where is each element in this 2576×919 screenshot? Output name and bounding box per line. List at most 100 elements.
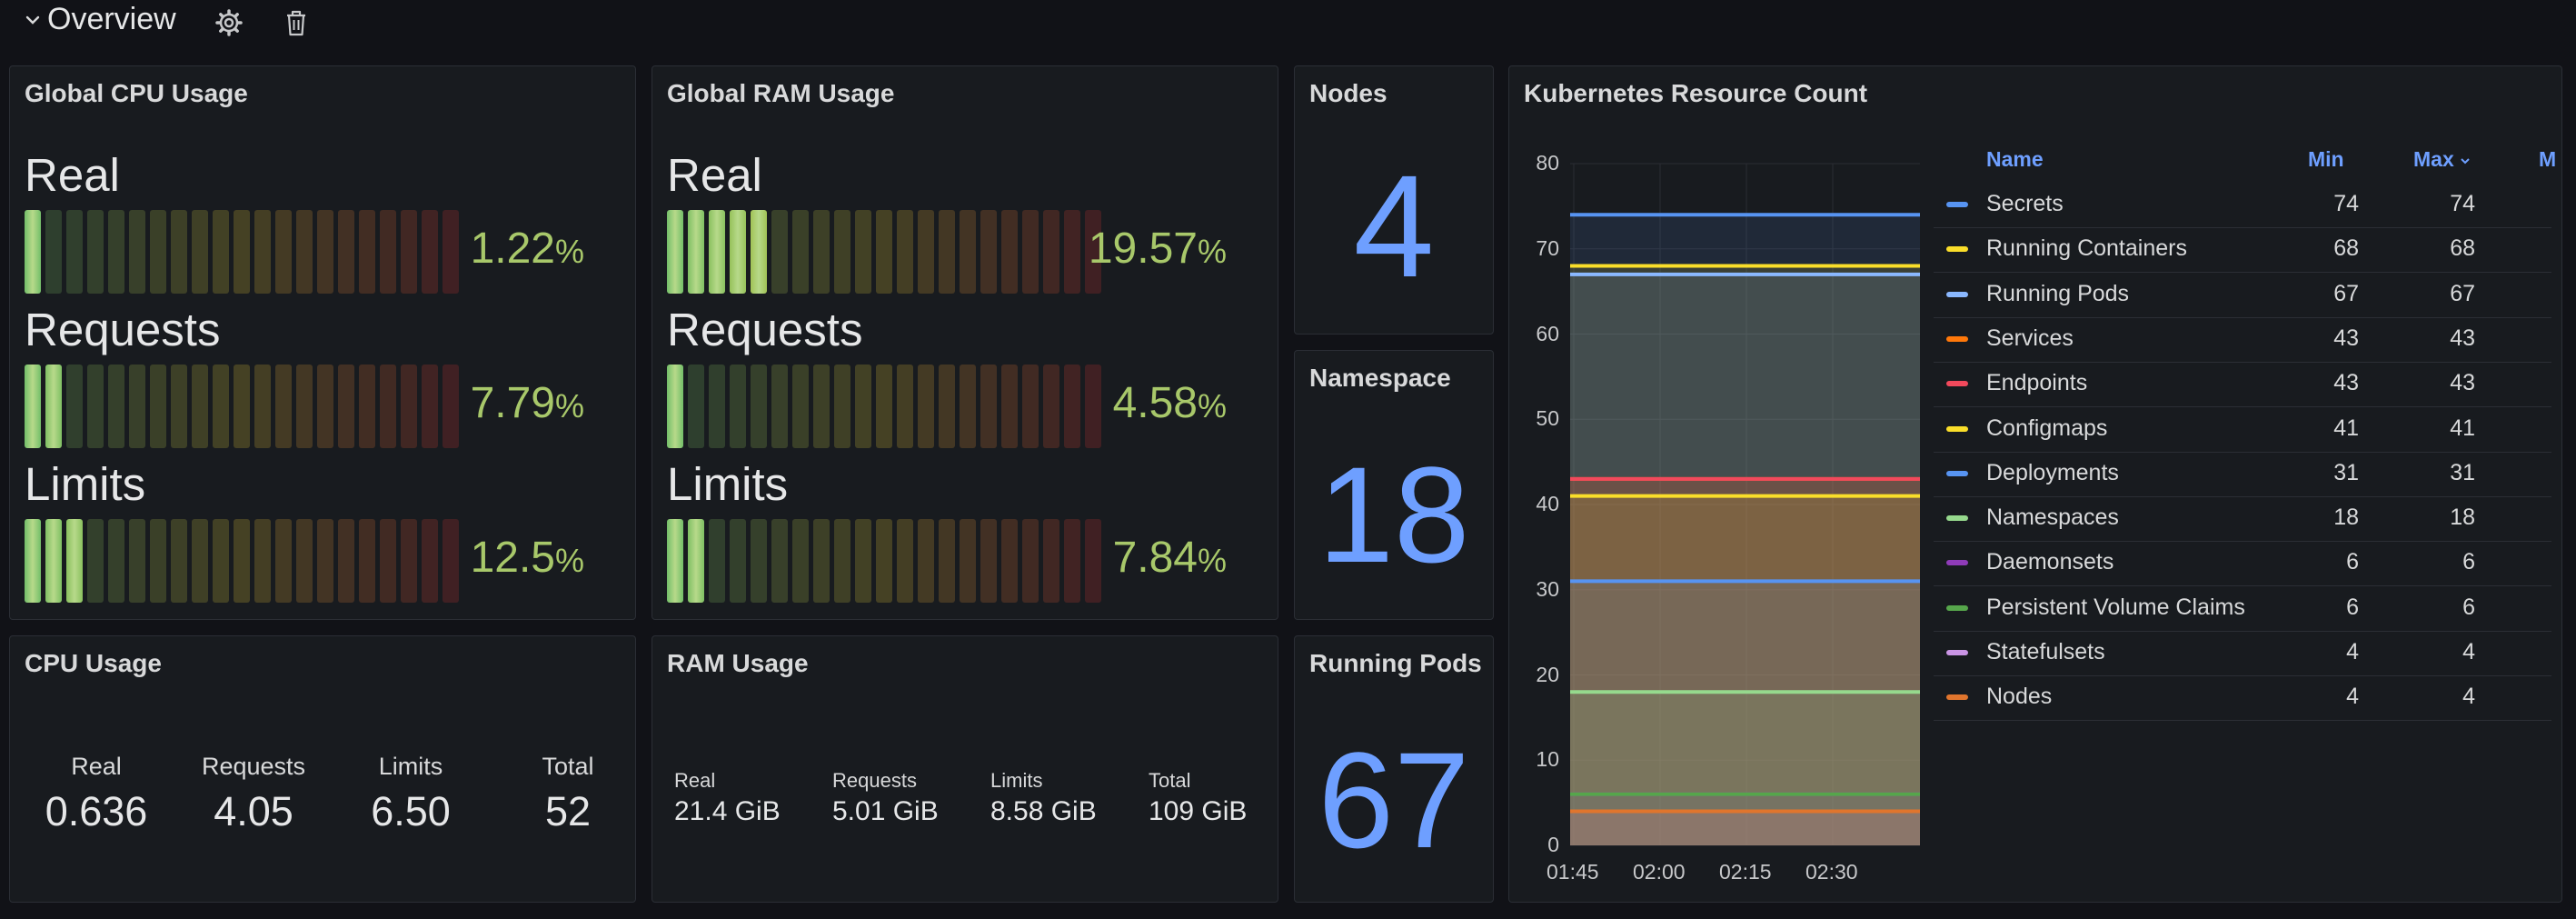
legend-row[interactable]: Services 43 43: [1934, 318, 2551, 363]
row-title[interactable]: Overview: [47, 2, 176, 37]
legend-row[interactable]: Nodes 4 4: [1934, 676, 2551, 722]
legend-series-name[interactable]: Deployments: [1986, 460, 2119, 486]
gear-icon[interactable]: [214, 8, 244, 37]
legend-row[interactable]: Secrets 74 74: [1934, 184, 2551, 228]
legend-series-name[interactable]: Daemonsets: [1986, 549, 2114, 575]
trash-icon[interactable]: [283, 8, 309, 37]
panel-title[interactable]: RAM Usage: [667, 649, 809, 678]
legend-row[interactable]: Persistent Volume Claims 6 6: [1934, 587, 2551, 632]
gauge-cell: [254, 519, 271, 603]
gauge-cell: [730, 365, 746, 448]
legend-row[interactable]: Deployments 31 31: [1934, 453, 2551, 497]
gauge-cell: [296, 210, 313, 294]
gauge-cell: [751, 365, 767, 448]
legend-max-value: 68: [2450, 235, 2475, 262]
panel-title[interactable]: Namespace: [1309, 364, 1451, 393]
gauge-cell: [422, 210, 438, 294]
legend-series-name[interactable]: Persistent Volume Claims: [1986, 594, 2245, 621]
gauge-cell: [213, 365, 229, 448]
gauge-cell: [401, 210, 417, 294]
resource-count-chart: [1570, 163, 1920, 846]
gauge-cell: [213, 210, 229, 294]
legend-header-max[interactable]: Max: [2413, 147, 2471, 172]
legend-max-value: 6: [2462, 594, 2475, 620]
panel-title[interactable]: Nodes: [1309, 79, 1387, 108]
cpu-stat-total: Total 52: [491, 753, 635, 835]
legend-max-value: 18: [2450, 504, 2475, 531]
legend-swatch: [1946, 291, 1968, 297]
gauge-cell: [380, 210, 396, 294]
ram-stat-limits: Limits 8.58 GiB: [990, 769, 1097, 827]
ram-usage-panel: RAM Usage Real 21.4 GiB Requests 5.01 Gi…: [651, 635, 1278, 903]
gauge-cell: [45, 519, 62, 603]
legend-row[interactable]: Configmaps 41 41: [1934, 408, 2551, 453]
panel-title[interactable]: CPU Usage: [25, 649, 162, 678]
gauge-cell: [980, 365, 997, 448]
gauge-value-real: 19.57%: [1088, 225, 1227, 273]
stat-value: 21.4 GiB: [674, 796, 781, 826]
legend-series-name[interactable]: Running Containers: [1986, 235, 2187, 262]
gauge-cell: [254, 365, 271, 448]
gauge-cell: [192, 210, 208, 294]
legend-series-name[interactable]: Secrets: [1986, 191, 2064, 217]
running-pods-panel: Running Pods 67: [1294, 635, 1494, 903]
legend-header-mean[interactable]: M: [2539, 147, 2556, 172]
row-header-overview[interactable]: Overview: [0, 0, 545, 47]
stat-value: 6.50: [371, 788, 451, 834]
gauge-cell: [171, 519, 187, 603]
legend-min-value: 6: [2346, 594, 2359, 620]
gauge-cell: [1022, 365, 1039, 448]
panel-title[interactable]: Kubernetes Resource Count: [1524, 79, 1867, 108]
gauge-cell: [1043, 210, 1059, 294]
legend-row[interactable]: Running Containers 68 68: [1934, 228, 2551, 274]
series-area-nodes: [1570, 811, 1920, 845]
gauge-cell: [150, 210, 166, 294]
legend-row[interactable]: Running Pods 67 67: [1934, 274, 2551, 318]
gauge-bars-requests: [25, 365, 459, 448]
legend-series-name[interactable]: Nodes: [1986, 684, 2052, 710]
sort-chevron-icon: [2461, 158, 2470, 165]
legend-row[interactable]: Namespaces 18 18: [1934, 497, 2551, 543]
gauge-cell: [108, 519, 124, 603]
gauge-cell: [918, 519, 934, 603]
gauge-cell: [939, 519, 955, 603]
legend-header-min[interactable]: Min: [2308, 147, 2344, 172]
panel-title[interactable]: Global RAM Usage: [667, 79, 894, 108]
legend-row[interactable]: Endpoints 43 43: [1934, 363, 2551, 408]
gauge-cell: [897, 210, 913, 294]
legend-series-name[interactable]: Services: [1986, 325, 2074, 352]
legend-series-name[interactable]: Endpoints: [1986, 370, 2087, 396]
ram-stat-real: Real 21.4 GiB: [674, 769, 781, 827]
legend-row[interactable]: Daemonsets 6 6: [1934, 542, 2551, 587]
legend-max-value: 31: [2450, 459, 2475, 485]
stat-value: 109 GiB: [1149, 796, 1248, 826]
chevron-down-icon[interactable]: [24, 11, 42, 29]
x-tick-label: 02:30: [1805, 860, 1858, 884]
legend-swatch: [1946, 381, 1968, 387]
legend-series-name[interactable]: Statefulsets: [1986, 639, 2105, 665]
gauge-cell: [980, 210, 997, 294]
stat-label: Limits: [378, 753, 443, 780]
gauge-cell: [667, 210, 683, 294]
gauge-cell: [66, 519, 83, 603]
gauge-label-limits: Limits: [25, 458, 146, 510]
legend-swatch: [1946, 650, 1968, 655]
legend-row[interactable]: Statefulsets 4 4: [1934, 632, 2551, 676]
panel-title[interactable]: Running Pods: [1309, 649, 1482, 678]
gauge-cell: [1043, 365, 1059, 448]
gauge-cell: [813, 519, 830, 603]
gauge-cell: [939, 365, 955, 448]
panel-title[interactable]: Global CPU Usage: [25, 79, 248, 108]
gauge-cell: [876, 210, 892, 294]
gauge-cell: [87, 519, 104, 603]
gauge-cell: [688, 210, 704, 294]
legend-series-name[interactable]: Running Pods: [1986, 281, 2129, 307]
gauge-cell: [422, 365, 438, 448]
gauge-cell: [213, 519, 229, 603]
legend-header-name[interactable]: Name: [1986, 147, 2044, 172]
gauge-bars-real: [25, 210, 459, 294]
gauge-cell: [1001, 210, 1018, 294]
legend-series-name[interactable]: Configmaps: [1986, 415, 2107, 442]
gauge-cell: [834, 365, 850, 448]
legend-series-name[interactable]: Namespaces: [1986, 504, 2119, 531]
